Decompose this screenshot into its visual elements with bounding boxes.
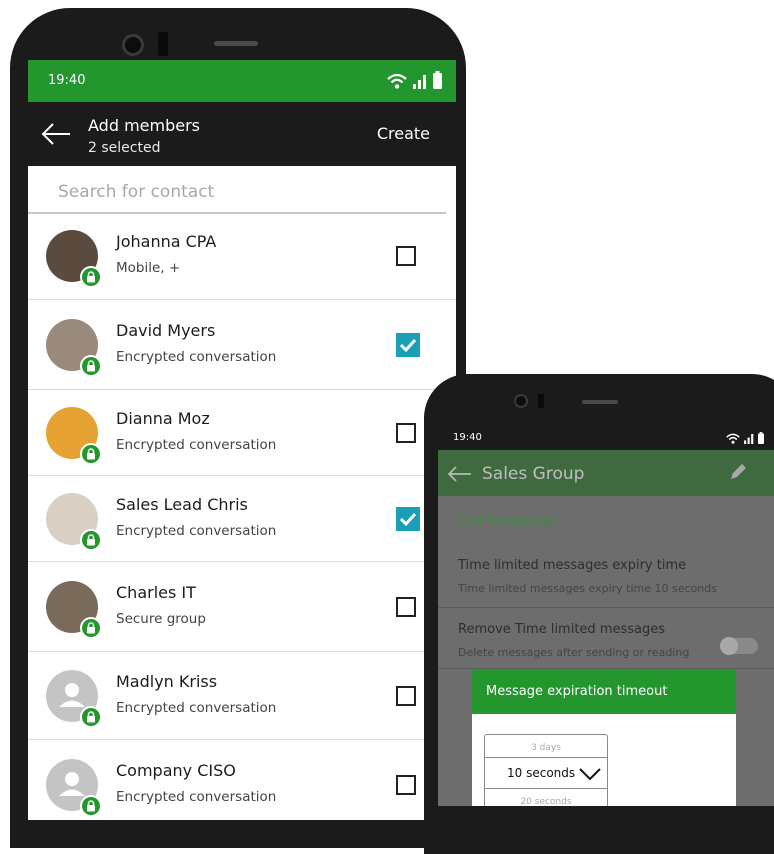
status-icons (726, 432, 764, 444)
wifi-icon (387, 73, 407, 89)
contact-row[interactable]: Company CISO Encrypted conversation (28, 740, 456, 820)
search-placeholder: Search for contact (58, 182, 215, 202)
remove-messages-toggle[interactable] (720, 637, 758, 655)
contact-subtitle: Encrypted conversation (116, 789, 277, 805)
select-checkbox[interactable] (396, 246, 416, 266)
sensor (158, 32, 168, 56)
group-title: Sales Group (482, 464, 585, 484)
search-field[interactable]: Search for contact (28, 166, 446, 214)
checkmark-icon (399, 512, 417, 527)
select-checkbox[interactable] (396, 423, 416, 443)
contact-subtitle: Encrypted conversation (116, 700, 277, 716)
select-checkbox[interactable] (396, 686, 416, 706)
front-camera (514, 394, 528, 408)
lock-badge-icon (80, 266, 102, 288)
avatar (46, 407, 102, 465)
contact-subtitle: Mobile, + (116, 260, 181, 276)
picker-selected-label: 10 seconds (507, 766, 576, 780)
lock-badge-icon (80, 443, 102, 465)
section-header: TLM Preferences (458, 514, 557, 528)
contact-subtitle: Secure group (116, 611, 206, 627)
checkmark-icon (399, 338, 417, 353)
contact-name: David Myers (116, 321, 216, 340)
wifi-icon (726, 433, 740, 444)
app-bar: Sales Group (438, 450, 774, 496)
expiration-timeout-dialog: Message expiration timeout 3 days 10 sec… (472, 670, 736, 806)
avatar (46, 759, 102, 817)
earpiece-speaker (582, 400, 618, 404)
contact-subtitle: Encrypted conversation (116, 437, 277, 453)
contact-row[interactable]: Sales Lead Chris Encrypted conversation (28, 476, 456, 562)
status-icons (387, 71, 442, 89)
contact-name: Company CISO (116, 761, 236, 780)
lock-badge-icon (80, 795, 102, 817)
lock-badge-icon (80, 355, 102, 377)
create-button[interactable]: Create (377, 124, 430, 143)
avatar (46, 581, 102, 639)
signal-icon (413, 75, 426, 89)
select-checkbox[interactable] (396, 507, 420, 531)
divider (438, 668, 774, 669)
dialog-header: Message expiration timeout (472, 670, 736, 714)
picker-option-above[interactable]: 3 days (485, 743, 607, 753)
back-arrow-icon[interactable] (447, 466, 473, 482)
picker-selected-option[interactable]: 10 seconds (485, 757, 607, 789)
contact-name: Dianna Moz (116, 409, 210, 428)
avatar (46, 670, 102, 728)
chevron-down-icon (579, 768, 601, 780)
avatar (46, 319, 102, 377)
sensor (538, 394, 544, 408)
front-camera (122, 34, 144, 56)
avatar (46, 493, 102, 551)
contact-name: Johanna CPA (116, 232, 217, 251)
lock-badge-icon (80, 529, 102, 551)
select-checkbox[interactable] (396, 333, 420, 357)
earpiece-speaker (214, 41, 258, 46)
pref-title: Time limited messages expiry time (458, 558, 687, 573)
picker-option-below[interactable]: 20 seconds (485, 797, 607, 806)
contact-row[interactable]: Johanna CPA Mobile, + (28, 212, 456, 300)
select-checkbox[interactable] (396, 775, 416, 795)
page-title: Add members (88, 116, 200, 135)
contact-row[interactable]: David Myers Encrypted conversation (28, 300, 456, 390)
pref-subtitle: Delete messages after sending or reading (458, 646, 690, 659)
battery-icon (758, 432, 764, 444)
dialog-title: Message expiration timeout (486, 684, 668, 699)
lock-badge-icon (80, 617, 102, 639)
edit-pencil-icon[interactable] (728, 462, 748, 482)
select-checkbox[interactable] (396, 597, 416, 617)
status-time: 19:40 (453, 432, 482, 443)
status-bar: 19:40 (28, 60, 456, 102)
battery-icon (433, 71, 442, 89)
status-bar: 19:40 (438, 428, 774, 450)
contact-name: Charles IT (116, 583, 196, 602)
contact-subtitle: Encrypted conversation (116, 523, 277, 539)
contact-name: Sales Lead Chris (116, 495, 248, 514)
divider (438, 607, 774, 608)
group-settings-screen: 19:40 Sales Group TLM Preferences Time l… (438, 428, 774, 806)
contact-row[interactable]: Charles IT Secure group (28, 562, 456, 652)
contact-name: Madlyn Kriss (116, 672, 218, 691)
app-bar: Add members 2 selected Create (28, 102, 456, 166)
contact-row[interactable]: Dianna Moz Encrypted conversation (28, 390, 456, 476)
signal-icon (744, 434, 754, 444)
pref-subtitle: Time limited messages expiry time 10 sec… (458, 582, 717, 595)
timeout-picker[interactable]: 3 days 10 seconds 20 seconds (484, 734, 608, 806)
toggle-knob (720, 637, 738, 655)
lock-badge-icon (80, 706, 102, 728)
contact-subtitle: Encrypted conversation (116, 349, 277, 365)
selected-count: 2 selected (88, 140, 161, 156)
avatar (46, 230, 102, 288)
add-members-screen: 19:40 Add members 2 selected Create Sear… (28, 60, 456, 820)
status-time: 19:40 (48, 73, 86, 88)
back-arrow-icon[interactable] (40, 120, 72, 148)
contact-row[interactable]: Madlyn Kriss Encrypted conversation (28, 652, 456, 740)
pref-title: Remove Time limited messages (458, 622, 666, 637)
